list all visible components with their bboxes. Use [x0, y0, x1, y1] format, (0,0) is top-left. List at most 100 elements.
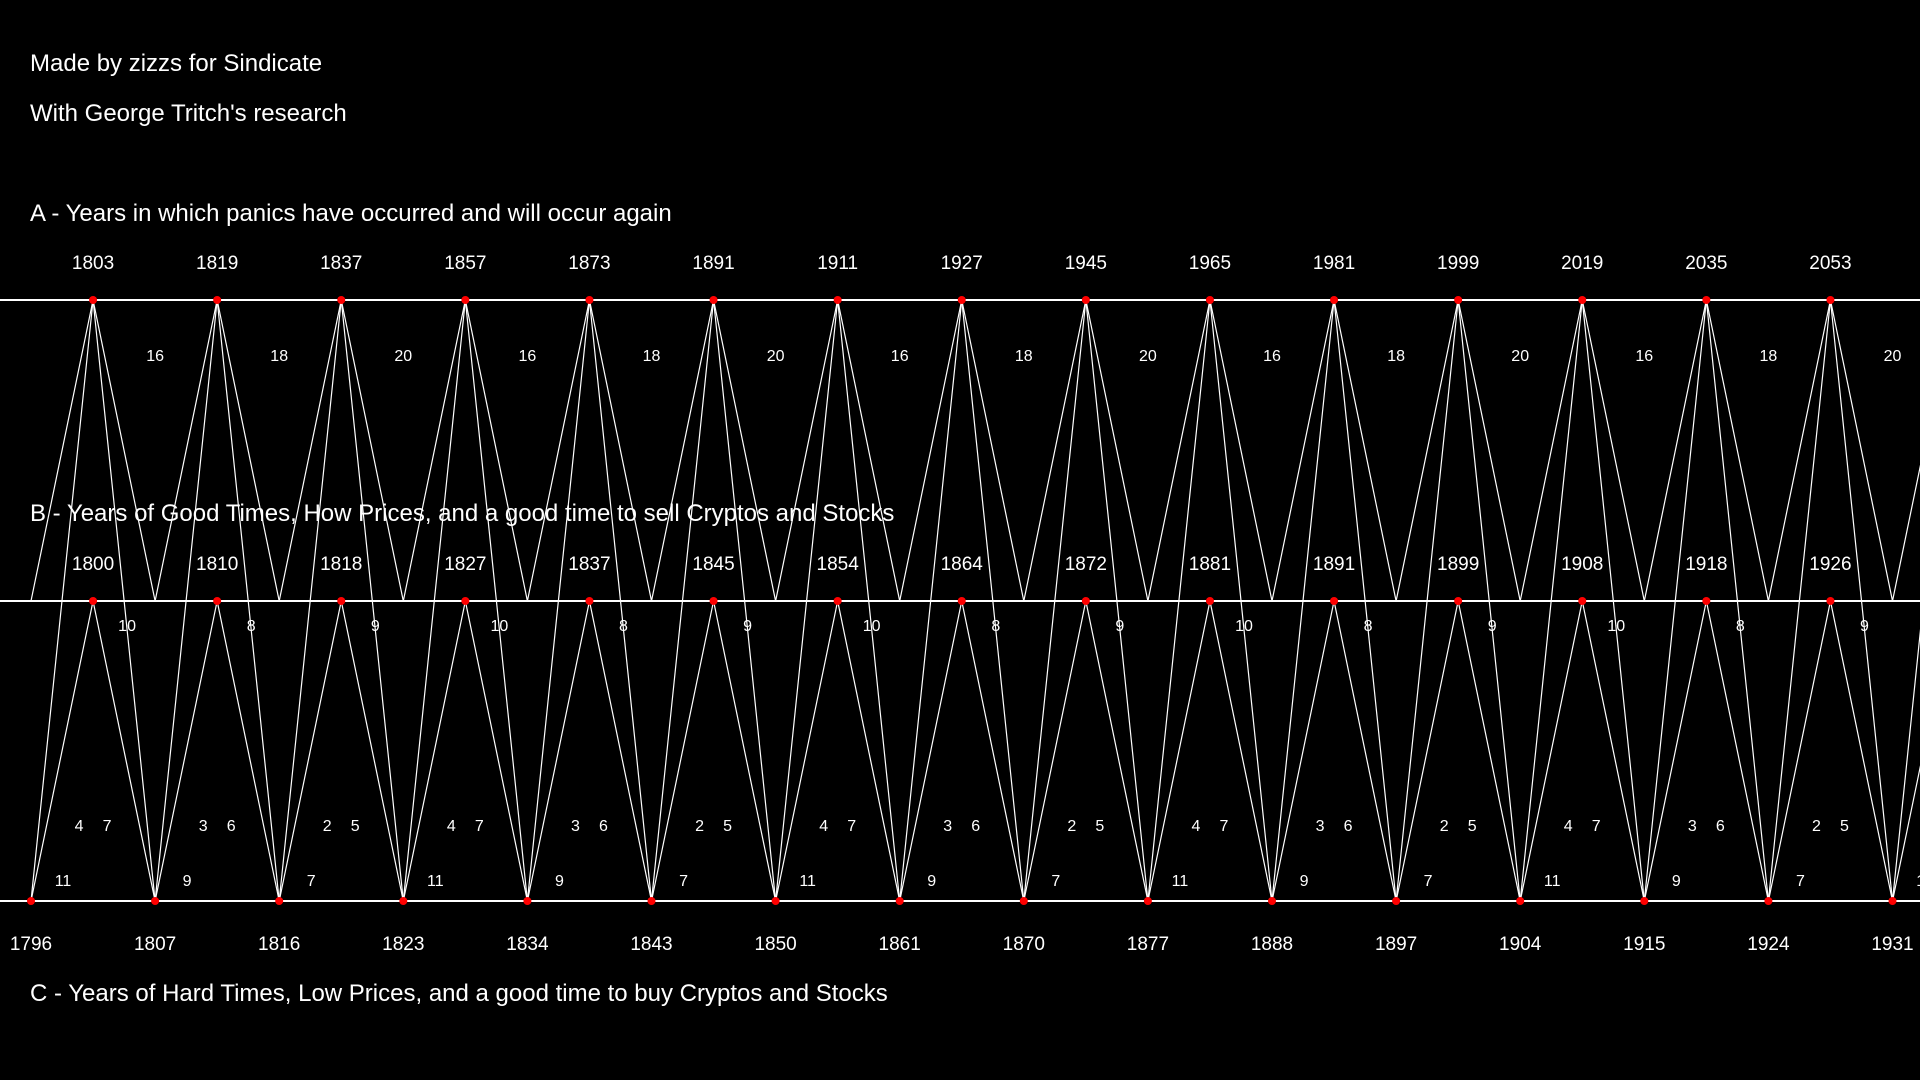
point-a: [709, 296, 718, 304]
link-b-c: [92, 600, 156, 902]
gap-label-a: 20: [1139, 348, 1157, 365]
link-label-right: 7: [1219, 818, 1228, 835]
point-b: [1205, 597, 1214, 605]
gap-label-a: 18: [1760, 348, 1778, 365]
link-b-c: [837, 600, 901, 902]
year-label-a: 1837: [320, 253, 362, 274]
link-label-left: 2: [323, 818, 332, 835]
point-c: [1640, 897, 1649, 905]
year-label-a: 1981: [1313, 253, 1355, 274]
link-label-right: 7: [847, 818, 856, 835]
link-b-c: [588, 600, 653, 902]
caption-hard-times: C - Years of Hard Times, Low Prices, and…: [30, 980, 888, 1007]
year-label-c: 1870: [1003, 934, 1045, 955]
gap-label-b: 10: [1607, 618, 1625, 635]
link-label-left: 2: [1812, 818, 1821, 835]
year-label-b: 1837: [568, 554, 610, 575]
year-label-a: 1857: [444, 253, 486, 274]
gap-label-a: 18: [1015, 348, 1033, 365]
link-label-right: 5: [1468, 818, 1477, 835]
point-b: [337, 597, 346, 605]
point-c: [27, 897, 35, 905]
link-b-c: [1829, 600, 1894, 902]
point-a: [957, 296, 966, 304]
year-label-c: 1816: [258, 934, 300, 955]
gap-label-c: 7: [1424, 873, 1433, 890]
link-b-c: [1395, 600, 1459, 902]
point-c: [647, 897, 656, 905]
gap-label-b: 9: [371, 618, 380, 635]
year-label-b: 1908: [1561, 554, 1603, 575]
point-b: [461, 597, 470, 605]
year-label-c: 1823: [382, 934, 424, 955]
year-label-c: 1904: [1499, 934, 1542, 955]
link-label-left: 2: [1440, 818, 1449, 835]
link-label-right: 5: [351, 818, 360, 835]
gap-label-a: 20: [1511, 348, 1529, 365]
point-b: [1081, 597, 1090, 605]
link-b-c: [1147, 600, 1211, 902]
gap-label-c: 11: [427, 873, 444, 890]
link-b-c: [1705, 600, 1769, 902]
gap-label-c: 11: [55, 873, 72, 890]
point-b: [1454, 597, 1463, 605]
year-label-b: 1864: [941, 554, 984, 575]
point-a: [213, 296, 222, 304]
year-label-c: 1850: [754, 934, 796, 955]
gap-label-a: 20: [1884, 348, 1902, 365]
year-label-b: 1810: [196, 554, 238, 575]
year-label-a: 1999: [1437, 253, 1479, 274]
point-a: [1205, 296, 1214, 304]
gap-label-a: 16: [891, 348, 909, 365]
year-label-a: 1965: [1189, 253, 1231, 274]
year-label-c: 1843: [630, 934, 672, 955]
point-b: [1826, 597, 1835, 605]
link-label-right: 7: [103, 818, 112, 835]
link-label-right: 6: [971, 818, 980, 835]
point-b: [1578, 597, 1587, 605]
year-label-c: 1877: [1127, 934, 1169, 955]
point-c: [399, 897, 408, 905]
link-label-left: 2: [695, 818, 704, 835]
link-b-c: [154, 600, 218, 902]
point-c: [771, 897, 780, 905]
point-b: [957, 597, 966, 605]
year-label-a: 1803: [72, 253, 114, 274]
link-label-right: 6: [1716, 818, 1725, 835]
link-b-c: [402, 600, 466, 902]
year-label-c: 1796: [10, 934, 52, 955]
year-label-b: 1818: [320, 554, 362, 575]
year-label-b: 1827: [444, 554, 486, 575]
link-label-left: 4: [1191, 818, 1200, 835]
year-label-b: 1899: [1437, 554, 1479, 575]
year-label-a: 1891: [692, 253, 734, 274]
link-b-c: [1023, 600, 1087, 902]
year-label-a: 1945: [1065, 253, 1107, 274]
gap-label-c: 11: [1172, 873, 1189, 890]
year-label-c: 1915: [1623, 934, 1665, 955]
gap-label-a: 20: [394, 348, 412, 365]
link-b-c: [1519, 600, 1583, 902]
point-b: [213, 597, 222, 605]
year-label-b: 1854: [817, 554, 860, 575]
gap-label-b: 10: [118, 618, 136, 635]
year-label-c: 1807: [134, 934, 176, 955]
point-c: [1268, 897, 1276, 905]
link-b-c: [464, 600, 528, 902]
gap-label-c: 7: [1796, 873, 1805, 890]
link-label-right: 6: [599, 818, 608, 835]
year-label-a: 1911: [817, 253, 858, 274]
year-label-a: 2019: [1561, 253, 1603, 274]
year-label-a: 2035: [1685, 253, 1727, 274]
link-b-c: [340, 600, 404, 902]
year-label-b: 1926: [1809, 554, 1851, 575]
link-label-right: 5: [723, 818, 732, 835]
link-label-right: 5: [1095, 818, 1104, 835]
point-b: [89, 597, 98, 605]
year-label-b: 1881: [1189, 554, 1231, 575]
gap-label-b: 10: [490, 618, 508, 635]
link-b-c: [961, 600, 1025, 902]
gap-label-b: 10: [1235, 618, 1253, 635]
link-label-left: 3: [571, 818, 580, 835]
link-b-c: [1643, 600, 1707, 902]
